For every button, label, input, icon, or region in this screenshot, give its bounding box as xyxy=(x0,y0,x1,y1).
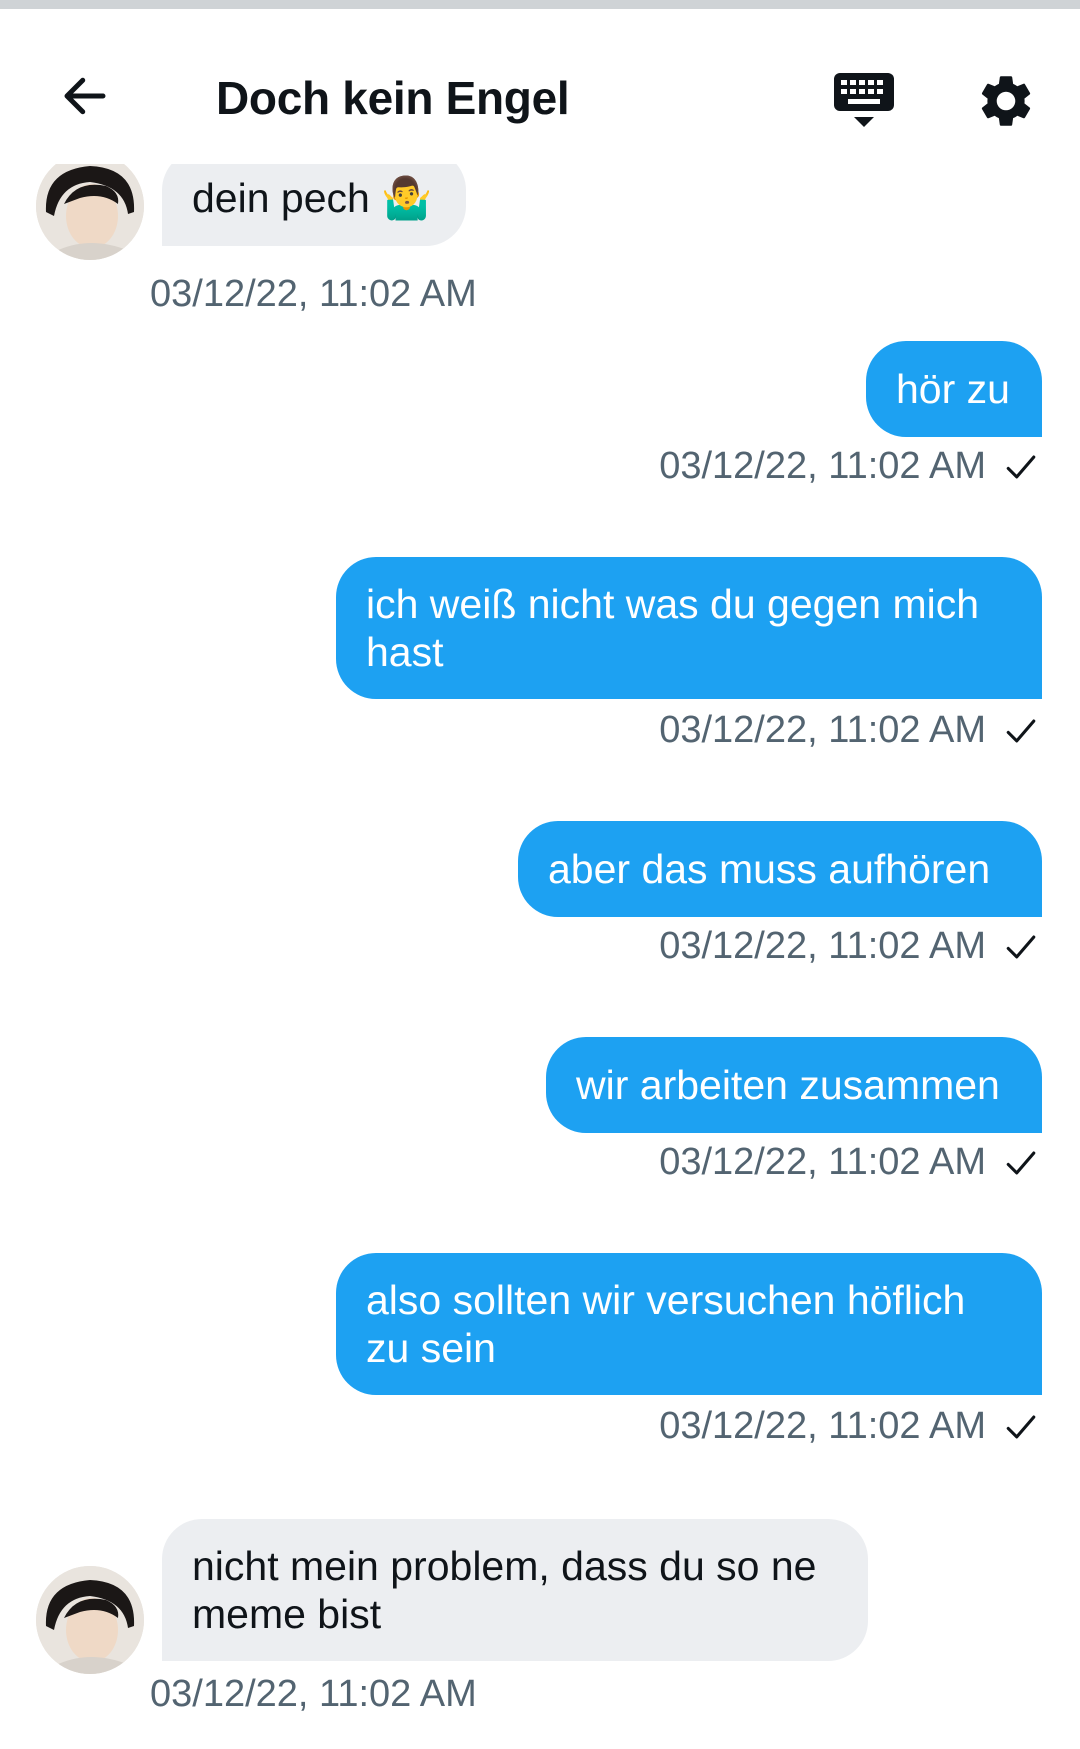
message-timestamp: 03/12/22, 11:02 AM xyxy=(150,273,477,315)
message-text: dein pech 🤷‍♂️ xyxy=(192,175,433,221)
message-bubble-sent[interactable]: wir arbeiten zusammen xyxy=(546,1037,1042,1133)
message-text: hör zu xyxy=(896,366,1010,412)
back-button[interactable] xyxy=(50,61,120,131)
message-timestamp: 03/12/22, 11:02 AM xyxy=(150,1673,477,1715)
message-bubble-sent[interactable]: hör zu xyxy=(866,341,1042,437)
arrow-left-icon xyxy=(64,77,106,115)
message-text: wir arbeiten zusammen xyxy=(576,1062,1000,1108)
message-bubble-sent[interactable]: aber das muss aufhören xyxy=(518,821,1042,917)
checkmark-icon xyxy=(1006,455,1036,479)
message-bubble-received[interactable]: nicht mein problem, dass du so ne meme b… xyxy=(162,1519,868,1661)
avatar[interactable] xyxy=(36,1566,144,1674)
message-bubble-sent[interactable]: ich weiß nicht was du gegen mich hast xyxy=(336,557,1042,699)
checkmark-icon xyxy=(1006,719,1036,743)
message-timestamp: 03/12/22, 11:02 AM xyxy=(659,445,986,487)
message-list[interactable]: dein pech 🤷‍♂️ 03/12/22, 11:02 AM hör zu… xyxy=(0,164,1080,1749)
checkmark-icon xyxy=(1006,1415,1036,1439)
checkmark-icon xyxy=(1006,935,1036,959)
profile-photo-icon xyxy=(36,164,144,260)
message-timestamp: 03/12/22, 11:02 AM xyxy=(659,1141,986,1183)
keyboard-icon xyxy=(834,73,894,127)
message-bubble-received[interactable]: dein pech 🤷‍♂️ xyxy=(162,164,466,246)
message-text: nicht mein problem, dass du so ne meme b… xyxy=(192,1543,817,1637)
message-timestamp: 03/12/22, 11:02 AM xyxy=(659,925,986,967)
keyboard-button[interactable] xyxy=(826,61,902,137)
profile-photo-icon xyxy=(36,1566,144,1674)
gear-icon xyxy=(981,76,1031,126)
message-text: aber das muss aufhören xyxy=(548,846,991,892)
message-timestamp: 03/12/22, 11:02 AM xyxy=(659,709,986,751)
message-bubble-sent[interactable]: also sollten wir versuchen höflich zu se… xyxy=(336,1253,1042,1395)
conversation-header: Doch kein Engel xyxy=(0,9,1080,164)
message-timestamp: 03/12/22, 11:02 AM xyxy=(659,1405,986,1447)
settings-button[interactable] xyxy=(968,63,1044,139)
status-bar-strip xyxy=(0,0,1080,9)
message-text: ich weiß nicht was du gegen mich hast xyxy=(366,581,980,675)
message-text: also sollten wir versuchen höflich zu se… xyxy=(366,1277,966,1371)
checkmark-icon xyxy=(1006,1151,1036,1175)
conversation-title: Doch kein Engel xyxy=(216,72,570,124)
avatar[interactable] xyxy=(36,164,144,260)
